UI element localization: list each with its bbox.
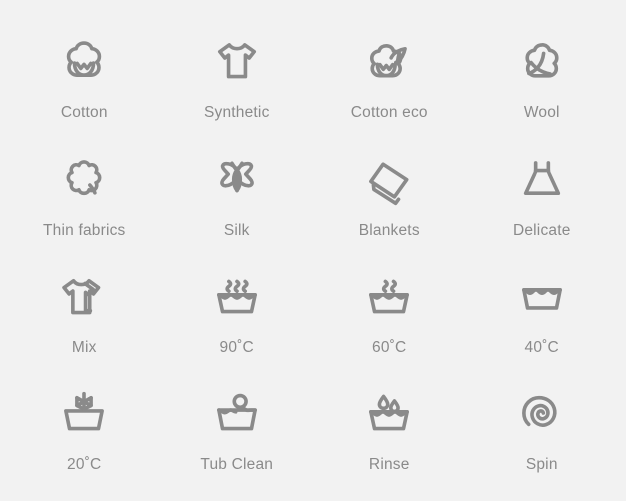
icon-label: Cotton [60, 104, 108, 122]
icon-cell-90c[interactable]: 90˚C [161, 253, 314, 370]
icon-cell-tub-clean[interactable]: Tub Clean [161, 370, 314, 487]
icon-cell-spin[interactable]: Spin [466, 370, 619, 487]
wool-yarn-ball-icon [510, 32, 574, 94]
icon-label: Blankets [358, 221, 420, 239]
icon-cell-cotton[interactable]: Cotton [8, 18, 161, 135]
icon-label: Rinse [368, 456, 410, 474]
icon-label: Wool [523, 104, 560, 122]
icon-label: Delicate [512, 221, 571, 239]
wash-tub-three-steam-icon [205, 267, 269, 329]
icon-cell-40c[interactable]: 40˚C [466, 253, 619, 370]
wash-tub-two-steam-icon [357, 267, 421, 329]
folded-blanket-icon [357, 150, 421, 212]
icon-label: Thin fabrics [42, 221, 126, 239]
icon-cell-wool[interactable]: Wool [466, 18, 619, 135]
two-tshirts-icon [52, 267, 116, 329]
wash-tub-icon [510, 267, 574, 329]
icon-label: Silk [223, 221, 250, 239]
cotton-boll-leaf-icon [357, 32, 421, 94]
icon-label: 20˚C [67, 456, 102, 474]
icon-cell-rinse[interactable]: Rinse [313, 370, 466, 487]
tshirt-icon [205, 32, 269, 94]
icon-cell-synthetic[interactable]: Synthetic [161, 18, 314, 135]
spiral-spin-icon [510, 384, 574, 446]
icon-label: 60˚C [372, 338, 407, 356]
tub-clean-bubble-icon [205, 384, 269, 446]
icon-cell-delicate[interactable]: Delicate [466, 135, 619, 252]
icon-cell-blankets[interactable]: Blankets [313, 135, 466, 252]
icon-label: Synthetic [203, 104, 270, 122]
icon-label: Tub Clean [200, 456, 274, 474]
wash-tub-droplets-icon [357, 384, 421, 446]
icon-cell-mix[interactable]: Mix [8, 253, 161, 370]
scalloped-flower-icon [52, 150, 116, 212]
icon-label: Spin [525, 456, 558, 474]
icon-cell-20c[interactable]: 20˚C [8, 370, 161, 487]
icon-label: Cotton eco [350, 104, 428, 122]
laundry-icon-grid: Cotton Synthetic Cotton eco Wool Thin fa… [0, 0, 626, 501]
icon-cell-silk[interactable]: Silk [161, 135, 314, 252]
icon-cell-cotton-eco[interactable]: Cotton eco [313, 18, 466, 135]
butterfly-icon [205, 150, 269, 212]
dress-icon [510, 150, 574, 212]
cotton-boll-icon [52, 32, 116, 94]
icon-label: Mix [71, 338, 97, 356]
icon-label: 90˚C [219, 338, 254, 356]
wash-tub-snowflake-icon [52, 384, 116, 446]
icon-label: 40˚C [524, 338, 559, 356]
icon-cell-60c[interactable]: 60˚C [313, 253, 466, 370]
icon-cell-thin-fabrics[interactable]: Thin fabrics [8, 135, 161, 252]
snowflake-glyph [75, 392, 94, 412]
